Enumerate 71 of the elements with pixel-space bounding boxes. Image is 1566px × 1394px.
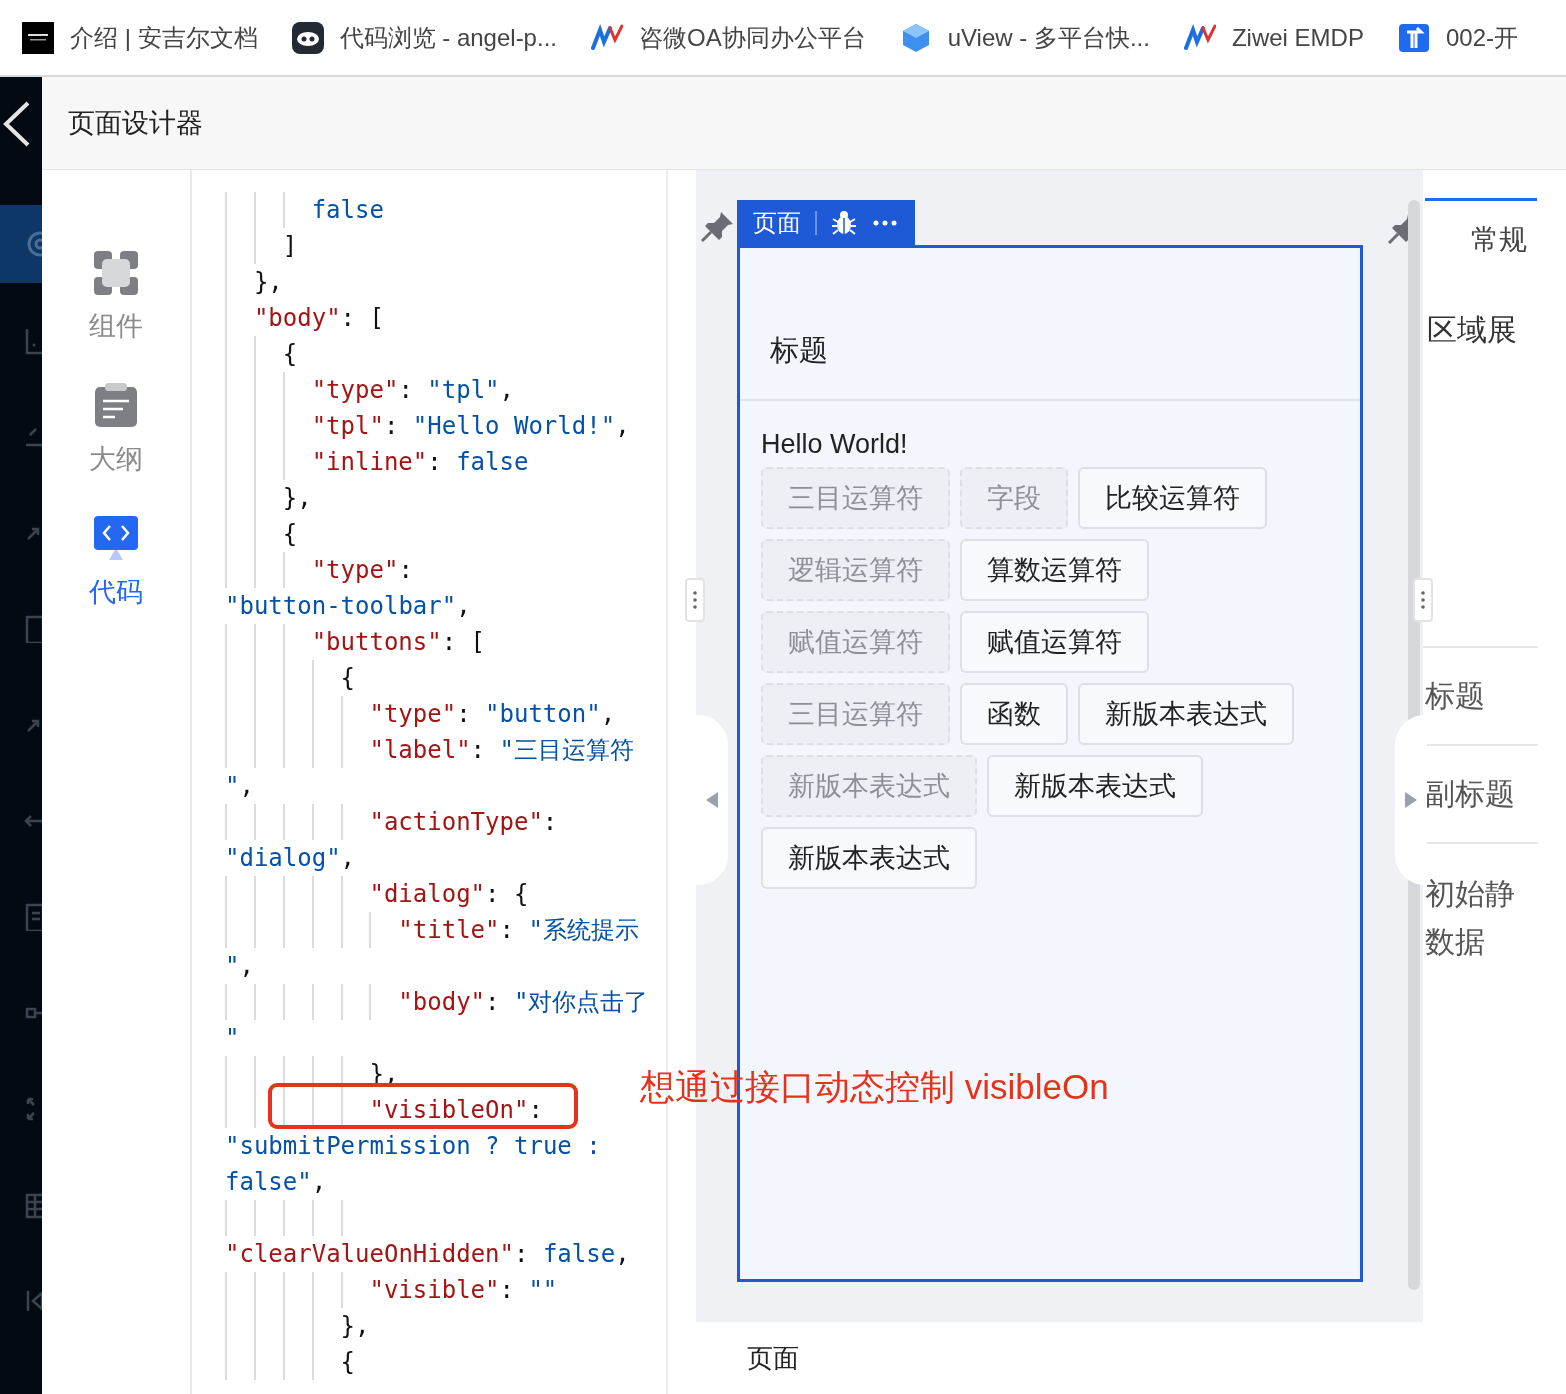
code-line: "visible": "" xyxy=(225,1272,666,1308)
caret-left-icon xyxy=(706,792,718,808)
field-label: 副标题 xyxy=(1425,776,1516,812)
code-line: "buttons": [ xyxy=(225,624,666,660)
grid-icon xyxy=(93,250,139,296)
code-line: false", xyxy=(225,1167,328,1198)
chart-icon[interactable] xyxy=(24,327,42,355)
code-line: "type": "button", xyxy=(225,696,666,732)
toolbar-button[interactable]: 算数运算符 xyxy=(960,539,1149,601)
code-line: ", xyxy=(225,771,255,802)
toolbar-button[interactable]: 比较运算符 xyxy=(1078,467,1267,529)
table-icon[interactable] xyxy=(24,1191,42,1219)
dots-icon xyxy=(1421,590,1425,610)
code-line: "tpl": "Hello World!", xyxy=(225,408,666,444)
code-line: "button-toolbar", xyxy=(225,591,472,622)
code-icon xyxy=(93,516,139,562)
code-line: "title": "系统提示 xyxy=(225,912,666,948)
code-line: "type": xyxy=(225,552,666,588)
bookmark-link[interactable]: uView - 多平台快... xyxy=(947,21,1150,54)
bookmark-link[interactable]: 咨微OA协同办公平台 xyxy=(639,21,866,54)
code-line: { xyxy=(225,516,666,552)
code-line: "submitPermission ? true : xyxy=(225,1131,602,1162)
toolbar-button[interactable]: 新版本表达式 xyxy=(1078,683,1294,745)
bookmark-link[interactable]: 002-开 xyxy=(1445,21,1518,54)
bookmark-link[interactable]: Ziwei EMDP xyxy=(1231,23,1364,52)
dots-icon xyxy=(693,590,697,610)
code-line: }, xyxy=(225,480,666,516)
bottom-bar-label: 页面 xyxy=(747,1341,799,1375)
code-line: { xyxy=(225,336,666,372)
code-line: }, xyxy=(225,1308,666,1344)
toolbar-button[interactable]: 新版本表达式 xyxy=(987,755,1203,817)
code-line: "body": "对你点击了 xyxy=(225,984,666,1020)
page-title: 标题 xyxy=(770,333,828,368)
page-tab[interactable]: 页面 xyxy=(737,200,915,245)
code-line: "type": "tpl", xyxy=(225,372,666,408)
drag-handle[interactable] xyxy=(685,578,705,622)
code-line: "inline": false xyxy=(225,444,666,480)
code-line: "body": [ xyxy=(225,300,666,336)
collapse-tab[interactable] xyxy=(696,715,728,885)
toolbar-button[interactable]: 新版本表达式 xyxy=(761,827,977,889)
page-heading: 页面设计器 xyxy=(68,107,203,140)
signpost-icon xyxy=(1397,21,1430,54)
caret-right-icon xyxy=(1405,792,1417,808)
code-line: "actionType": xyxy=(225,804,666,840)
code-line: false xyxy=(225,192,666,228)
field-label: 数据 xyxy=(1425,924,1486,960)
code-line: ] xyxy=(225,228,666,264)
code-line: }, xyxy=(225,264,666,300)
logo-icon xyxy=(22,21,54,54)
code-line: "clearValueOnHidden": false, xyxy=(225,1200,666,1272)
code-line: "dialog", xyxy=(225,843,357,874)
field-label: 初始静 xyxy=(1425,876,1516,912)
bookmark-link[interactable]: 介绍 | 安吉尔文档 xyxy=(70,21,258,54)
form-icon[interactable] xyxy=(24,903,42,931)
field-label: 标题 xyxy=(1425,678,1486,714)
code-line: "label": "三目运算符 xyxy=(225,732,666,768)
drag-handle[interactable] xyxy=(1413,578,1433,622)
code-line: ", xyxy=(225,951,255,982)
bookmark-link[interactable]: 代码浏览 - angel-p... xyxy=(339,21,557,54)
code-line: "dialog": { xyxy=(225,876,666,912)
robot-face-icon xyxy=(291,21,324,54)
code-line: { xyxy=(225,660,666,696)
code-line: " xyxy=(225,1023,241,1054)
nav-tab[interactable]: 代码 xyxy=(75,516,157,612)
bug-icon[interactable] xyxy=(831,209,857,236)
code-line: { xyxy=(225,1344,666,1380)
document-icon xyxy=(93,383,139,429)
toolbar-button[interactable]: 函数 xyxy=(960,683,1068,745)
toolbar-button[interactable]: 赋值运算符 xyxy=(960,611,1149,673)
tpl-text: Hello World! xyxy=(761,429,909,459)
pin-icon[interactable] xyxy=(701,210,734,242)
